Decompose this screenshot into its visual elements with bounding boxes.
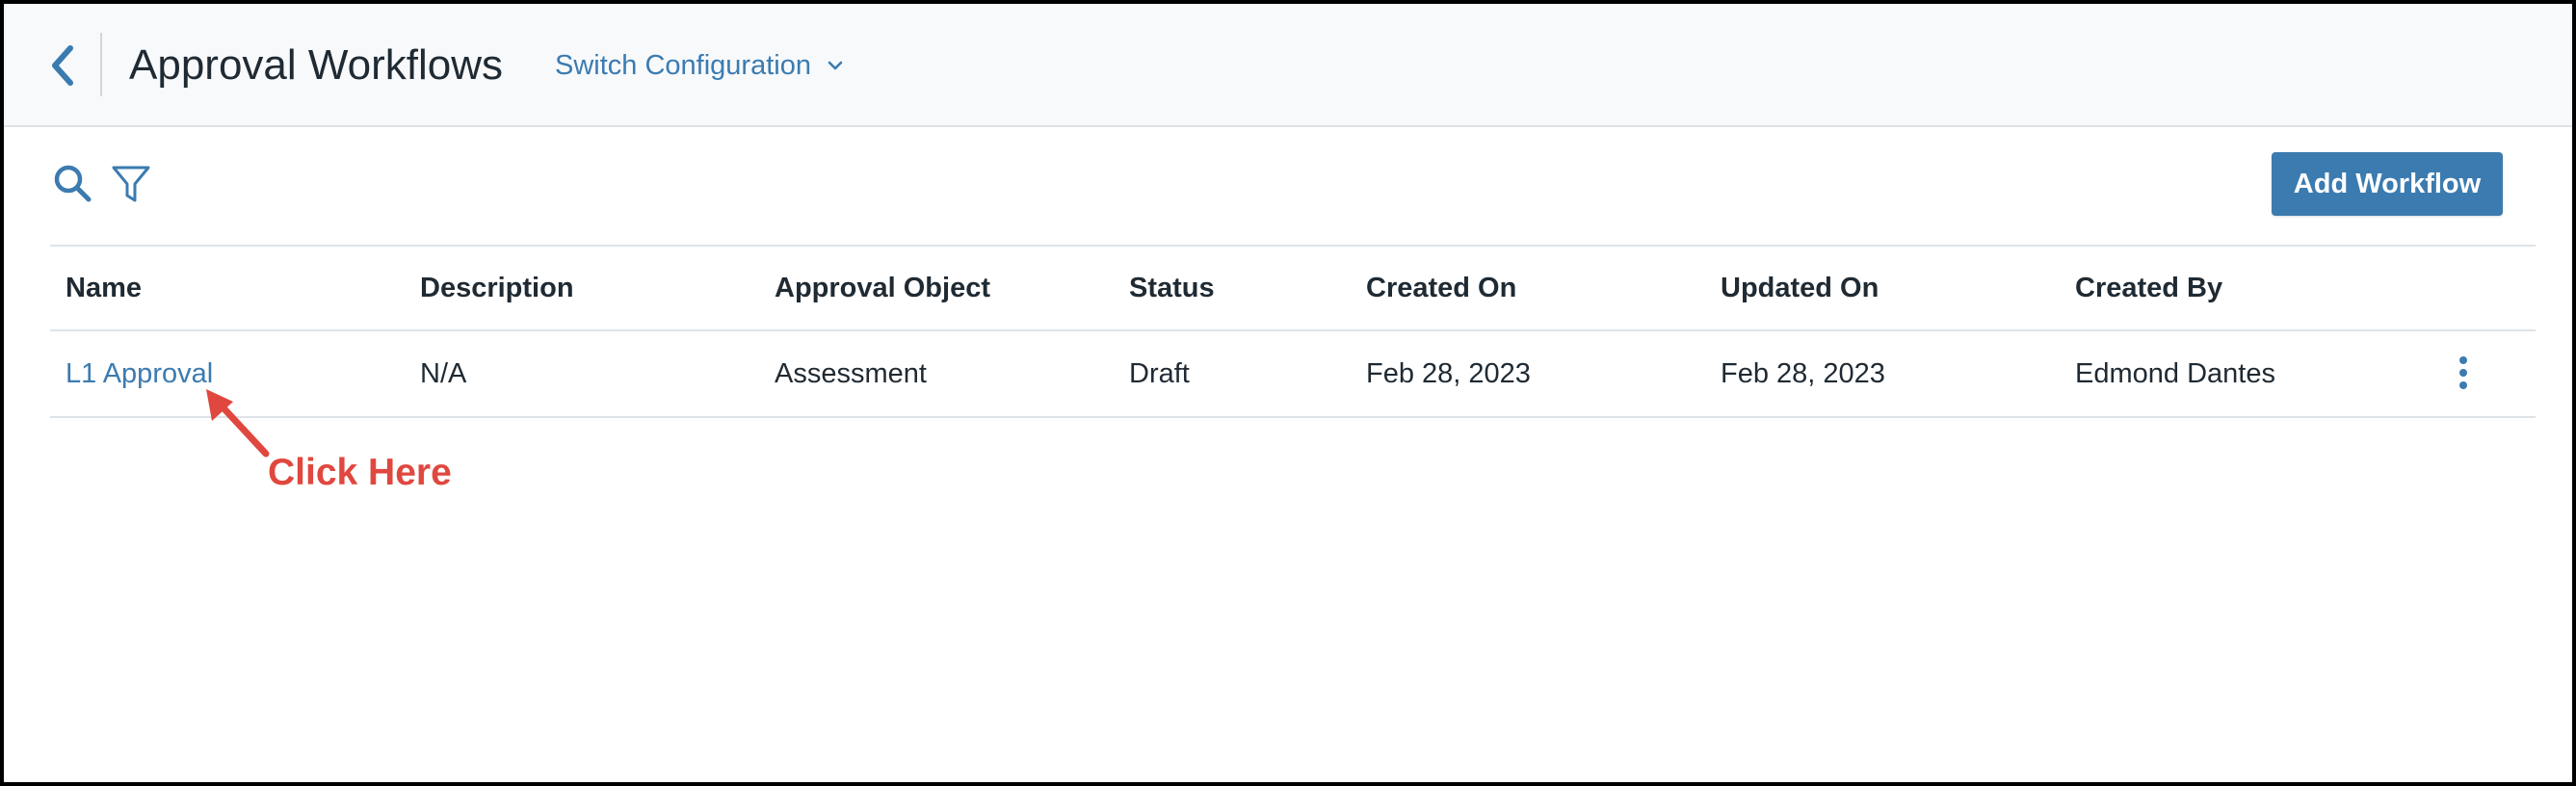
filter-icon: [112, 166, 150, 202]
switch-configuration-dropdown[interactable]: Switch Configuration: [555, 46, 844, 85]
switch-configuration-label: Switch Configuration: [555, 50, 811, 81]
back-button[interactable]: [39, 40, 85, 91]
more-vertical-icon: [2459, 356, 2467, 364]
workflow-created-by: Edmond Dantes: [2075, 357, 2275, 389]
workflow-created-on: Feb 28, 2023: [1366, 357, 1531, 389]
add-workflow-button[interactable]: Add Workflow: [2272, 152, 2503, 216]
column-header-created-by[interactable]: Created By: [2075, 247, 2222, 329]
page-header: Approval Workflows Switch Configuration: [4, 4, 2572, 127]
column-header-approval-object[interactable]: Approval Object: [775, 247, 990, 329]
chevron-left-icon: [52, 45, 73, 86]
workflow-updated-on: Feb 28, 2023: [1721, 357, 1885, 389]
search-icon: [54, 165, 92, 202]
workflow-approval-object: Assessment: [775, 357, 927, 389]
header-divider: [100, 33, 102, 96]
workflow-status: Draft: [1129, 357, 1190, 389]
column-header-updated-on[interactable]: Updated On: [1721, 247, 1879, 329]
more-vertical-icon-dot: [2459, 369, 2467, 377]
more-vertical-icon-dot: [2459, 381, 2467, 389]
search-button[interactable]: [52, 163, 94, 205]
annotation-label: Click Here: [268, 452, 452, 493]
column-header-description[interactable]: Description: [420, 247, 574, 329]
workflows-table: Name Description Approval Object Status …: [50, 245, 2536, 418]
row-actions-button[interactable]: [2449, 349, 2478, 397]
chevron-down-icon: [828, 61, 843, 70]
workflow-name-link[interactable]: L1 Approval: [66, 331, 213, 416]
filter-button[interactable]: [110, 163, 152, 205]
column-header-status[interactable]: Status: [1129, 247, 1215, 329]
column-header-created-on[interactable]: Created On: [1366, 247, 1516, 329]
workflow-description: N/A: [420, 357, 467, 389]
page-title: Approval Workflows: [129, 41, 503, 89]
app-window: Approval Workflows Switch Configuration …: [0, 0, 2576, 786]
table-header-row: Name Description Approval Object Status …: [50, 245, 2536, 329]
table-row: L1 Approval N/A Assessment Draft Feb 28,…: [50, 329, 2536, 418]
column-header-name[interactable]: Name: [66, 247, 142, 329]
